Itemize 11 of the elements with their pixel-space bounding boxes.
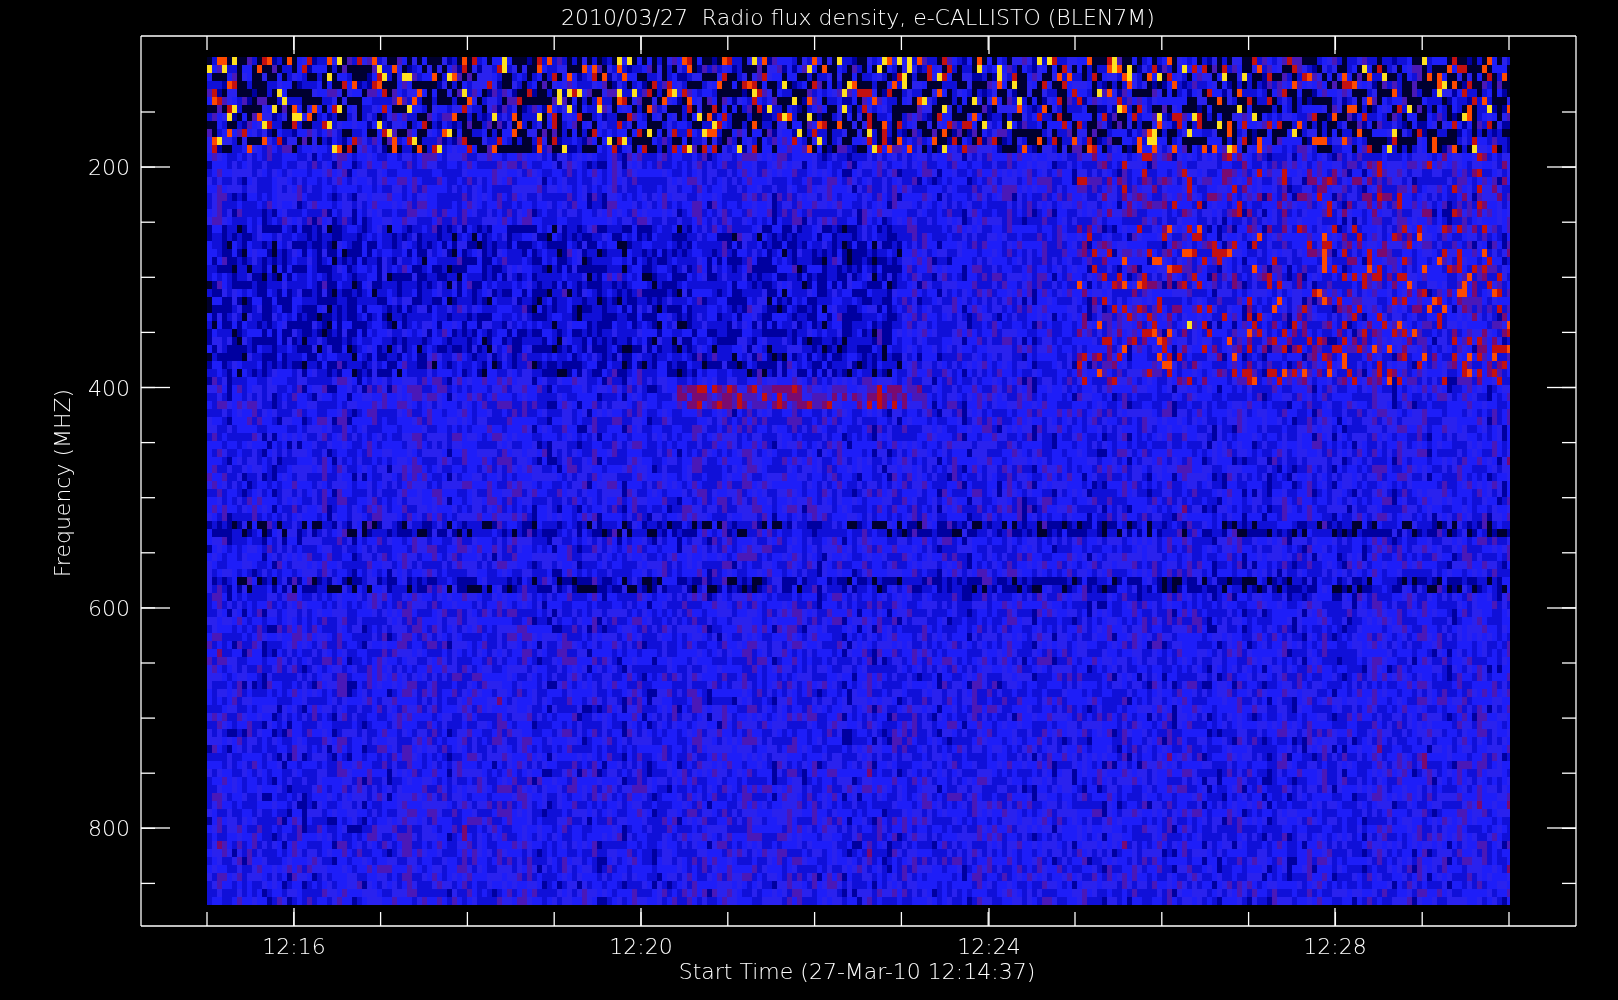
- chart-title: 2010/03/27 Radio flux density, e-CALLISTO (BLEN7M): [561, 5, 1155, 30]
- tick-label: 12:16: [262, 934, 326, 959]
- tick-label: 12:20: [609, 934, 673, 959]
- tick-label: 400: [88, 375, 130, 401]
- tick-label: 12:28: [1303, 934, 1367, 959]
- tick-label: 600: [88, 596, 130, 621]
- tick-label: 800: [88, 816, 130, 841]
- axis-title: Frequency (MHZ): [50, 388, 75, 578]
- tick-label: 200: [88, 155, 130, 180]
- axis-title: Start Time (27-Mar-10 12:14:37): [678, 959, 1036, 984]
- tick-label: 12:24: [957, 934, 1021, 959]
